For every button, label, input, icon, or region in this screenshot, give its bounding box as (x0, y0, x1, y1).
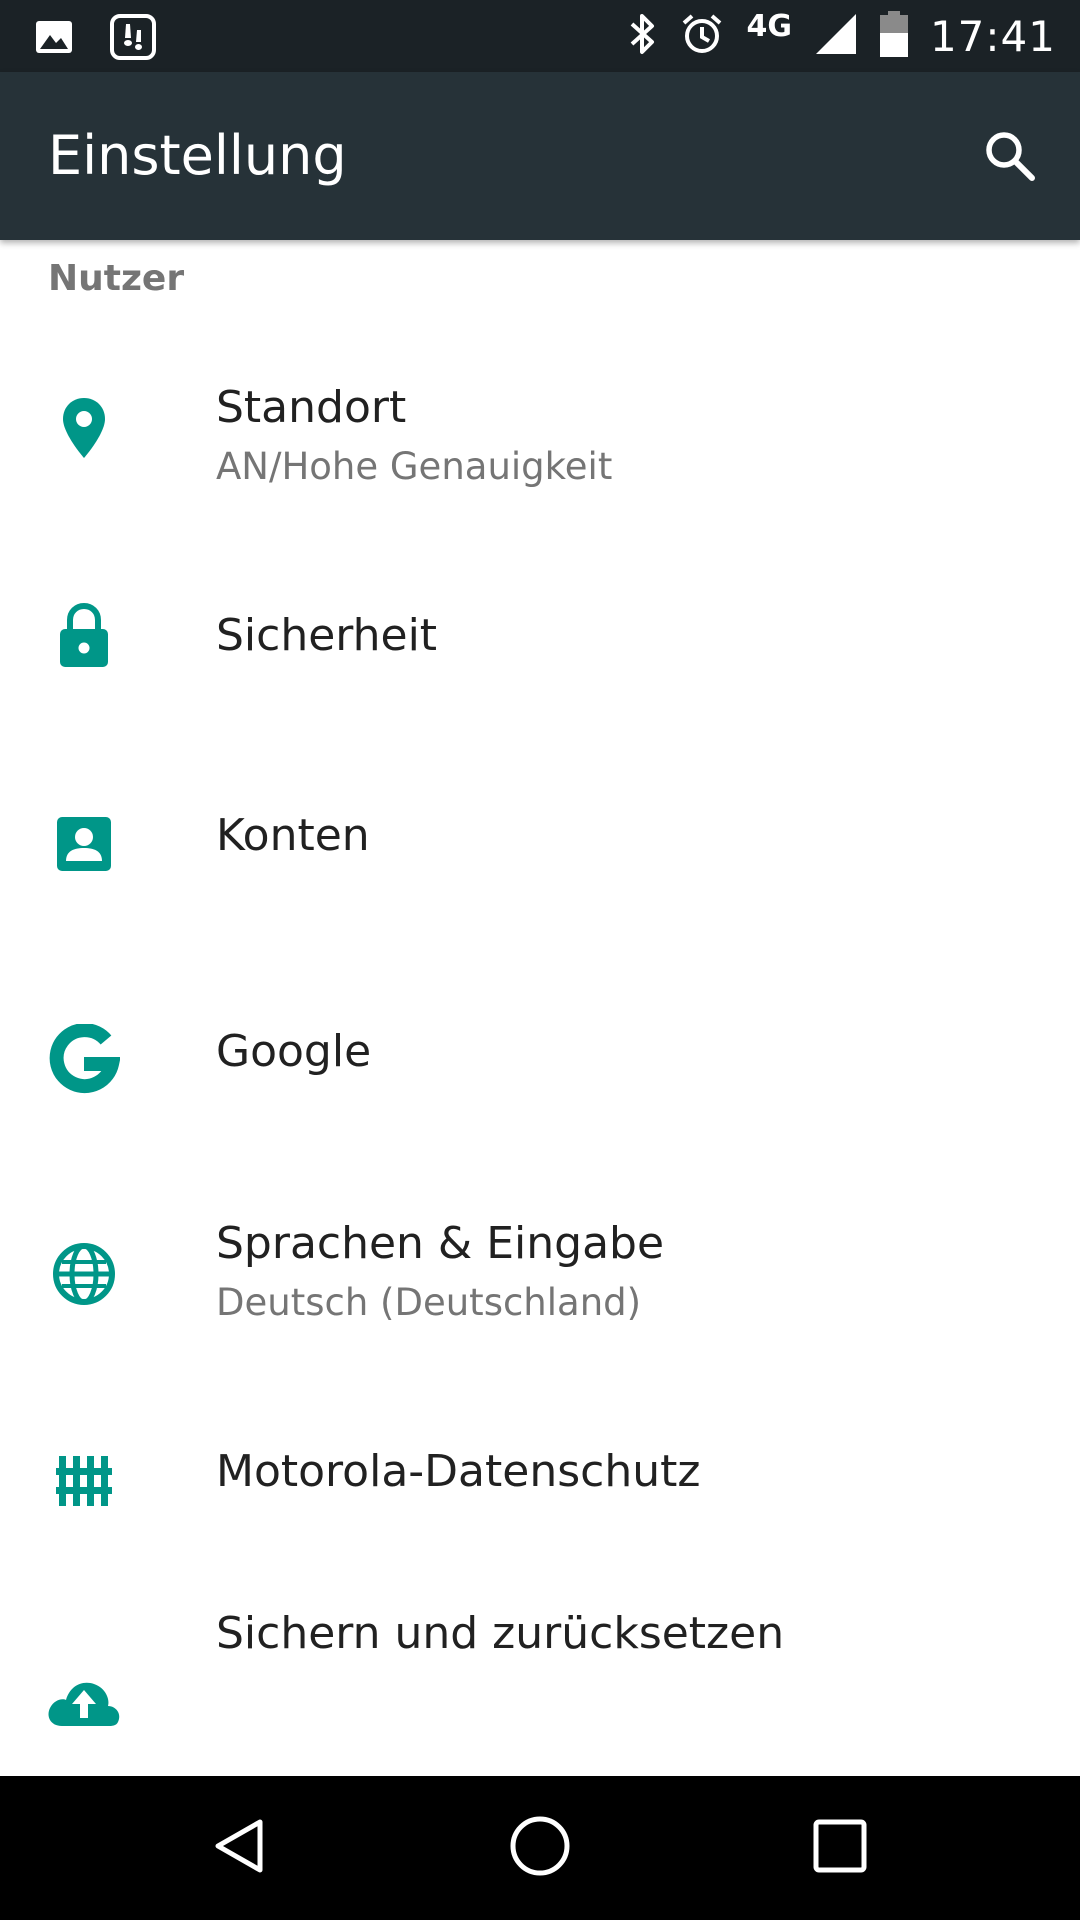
setting-item-title: Standort (216, 382, 407, 433)
system-status-icons: 4G 17:41 (628, 0, 1056, 72)
setting-item-title: Motorola-Datenschutz (216, 1446, 701, 1497)
page-title: Einstellung (48, 124, 347, 187)
setting-item-sicherheit[interactable]: Sicherheit (0, 576, 1080, 776)
privacy-fence-icon (44, 1440, 124, 1520)
account-icon (44, 804, 124, 884)
setting-item-sprachen-eingabe[interactable]: Sprachen & Eingabe Deutsch (Deutschland) (0, 1218, 1080, 1424)
setting-item-text: Sicherheit (216, 610, 1040, 661)
globe-icon (44, 1234, 124, 1314)
home-icon (509, 1815, 571, 1881)
setting-item-text: Google (216, 1026, 1040, 1077)
backup-icon (44, 1656, 124, 1736)
notification-icons (34, 14, 156, 64)
setting-item-summary: Deutsch (Deutschland) (216, 1281, 642, 1324)
settings-screen: 4G 17:41 Einstellung Nutzer Standort AN/… (0, 0, 1080, 1920)
settings-list[interactable]: Nutzer Standort AN/Hohe Genauigkeit Sich… (0, 240, 1080, 1776)
section-header-nutzer: Nutzer (48, 258, 185, 299)
clock-time: 17:41 (929, 11, 1056, 61)
app-bar: Einstellung (0, 72, 1080, 240)
setting-item-text: Sprachen & Eingabe Deutsch (Deutschland) (216, 1218, 1040, 1324)
battery-icon (879, 11, 908, 61)
setting-item-title: Sicherheit (216, 610, 438, 661)
setting-item-konten[interactable]: Konten (0, 792, 1080, 992)
home-button[interactable] (490, 1798, 590, 1898)
setting-item-summary: AN/Hohe Genauigkeit (216, 445, 613, 488)
search-icon (982, 128, 1038, 188)
app-notification-icon (110, 14, 156, 64)
setting-item-text: Konten (216, 810, 1040, 861)
recents-icon (812, 1818, 868, 1878)
setting-item-google[interactable]: Google (0, 1008, 1080, 1208)
network-type-label: 4G (746, 8, 792, 44)
setting-item-title: Sprachen & Eingabe (216, 1218, 665, 1269)
recents-button[interactable] (790, 1798, 890, 1898)
lock-icon (44, 596, 124, 676)
alarm-icon (680, 12, 724, 60)
bluetooth-icon (628, 12, 658, 60)
setting-item-title: Konten (216, 810, 370, 861)
search-button[interactable] (974, 122, 1046, 194)
image-notification-icon (34, 17, 74, 61)
navigation-bar (0, 1776, 1080, 1920)
setting-item-standort[interactable]: Standort AN/Hohe Genauigkeit (0, 360, 1080, 560)
google-icon (44, 1020, 124, 1100)
back-icon (210, 1816, 270, 1880)
setting-item-title: Sichern und zurücksetzen (216, 1608, 785, 1659)
setting-item-title: Google (216, 1026, 372, 1077)
back-button[interactable] (190, 1798, 290, 1898)
setting-item-text: Standort AN/Hohe Genauigkeit (216, 382, 1040, 488)
signal-icon (814, 12, 858, 60)
setting-item-text: Sichern und zurücksetzen (216, 1608, 1040, 1659)
setting-item-sichern-zuruecksetzen[interactable]: Sichern und zurücksetzen (0, 1608, 1080, 1776)
status-bar: 4G 17:41 (0, 0, 1080, 72)
location-icon (44, 388, 124, 468)
setting-item-text: Motorola-Datenschutz (216, 1446, 1040, 1497)
